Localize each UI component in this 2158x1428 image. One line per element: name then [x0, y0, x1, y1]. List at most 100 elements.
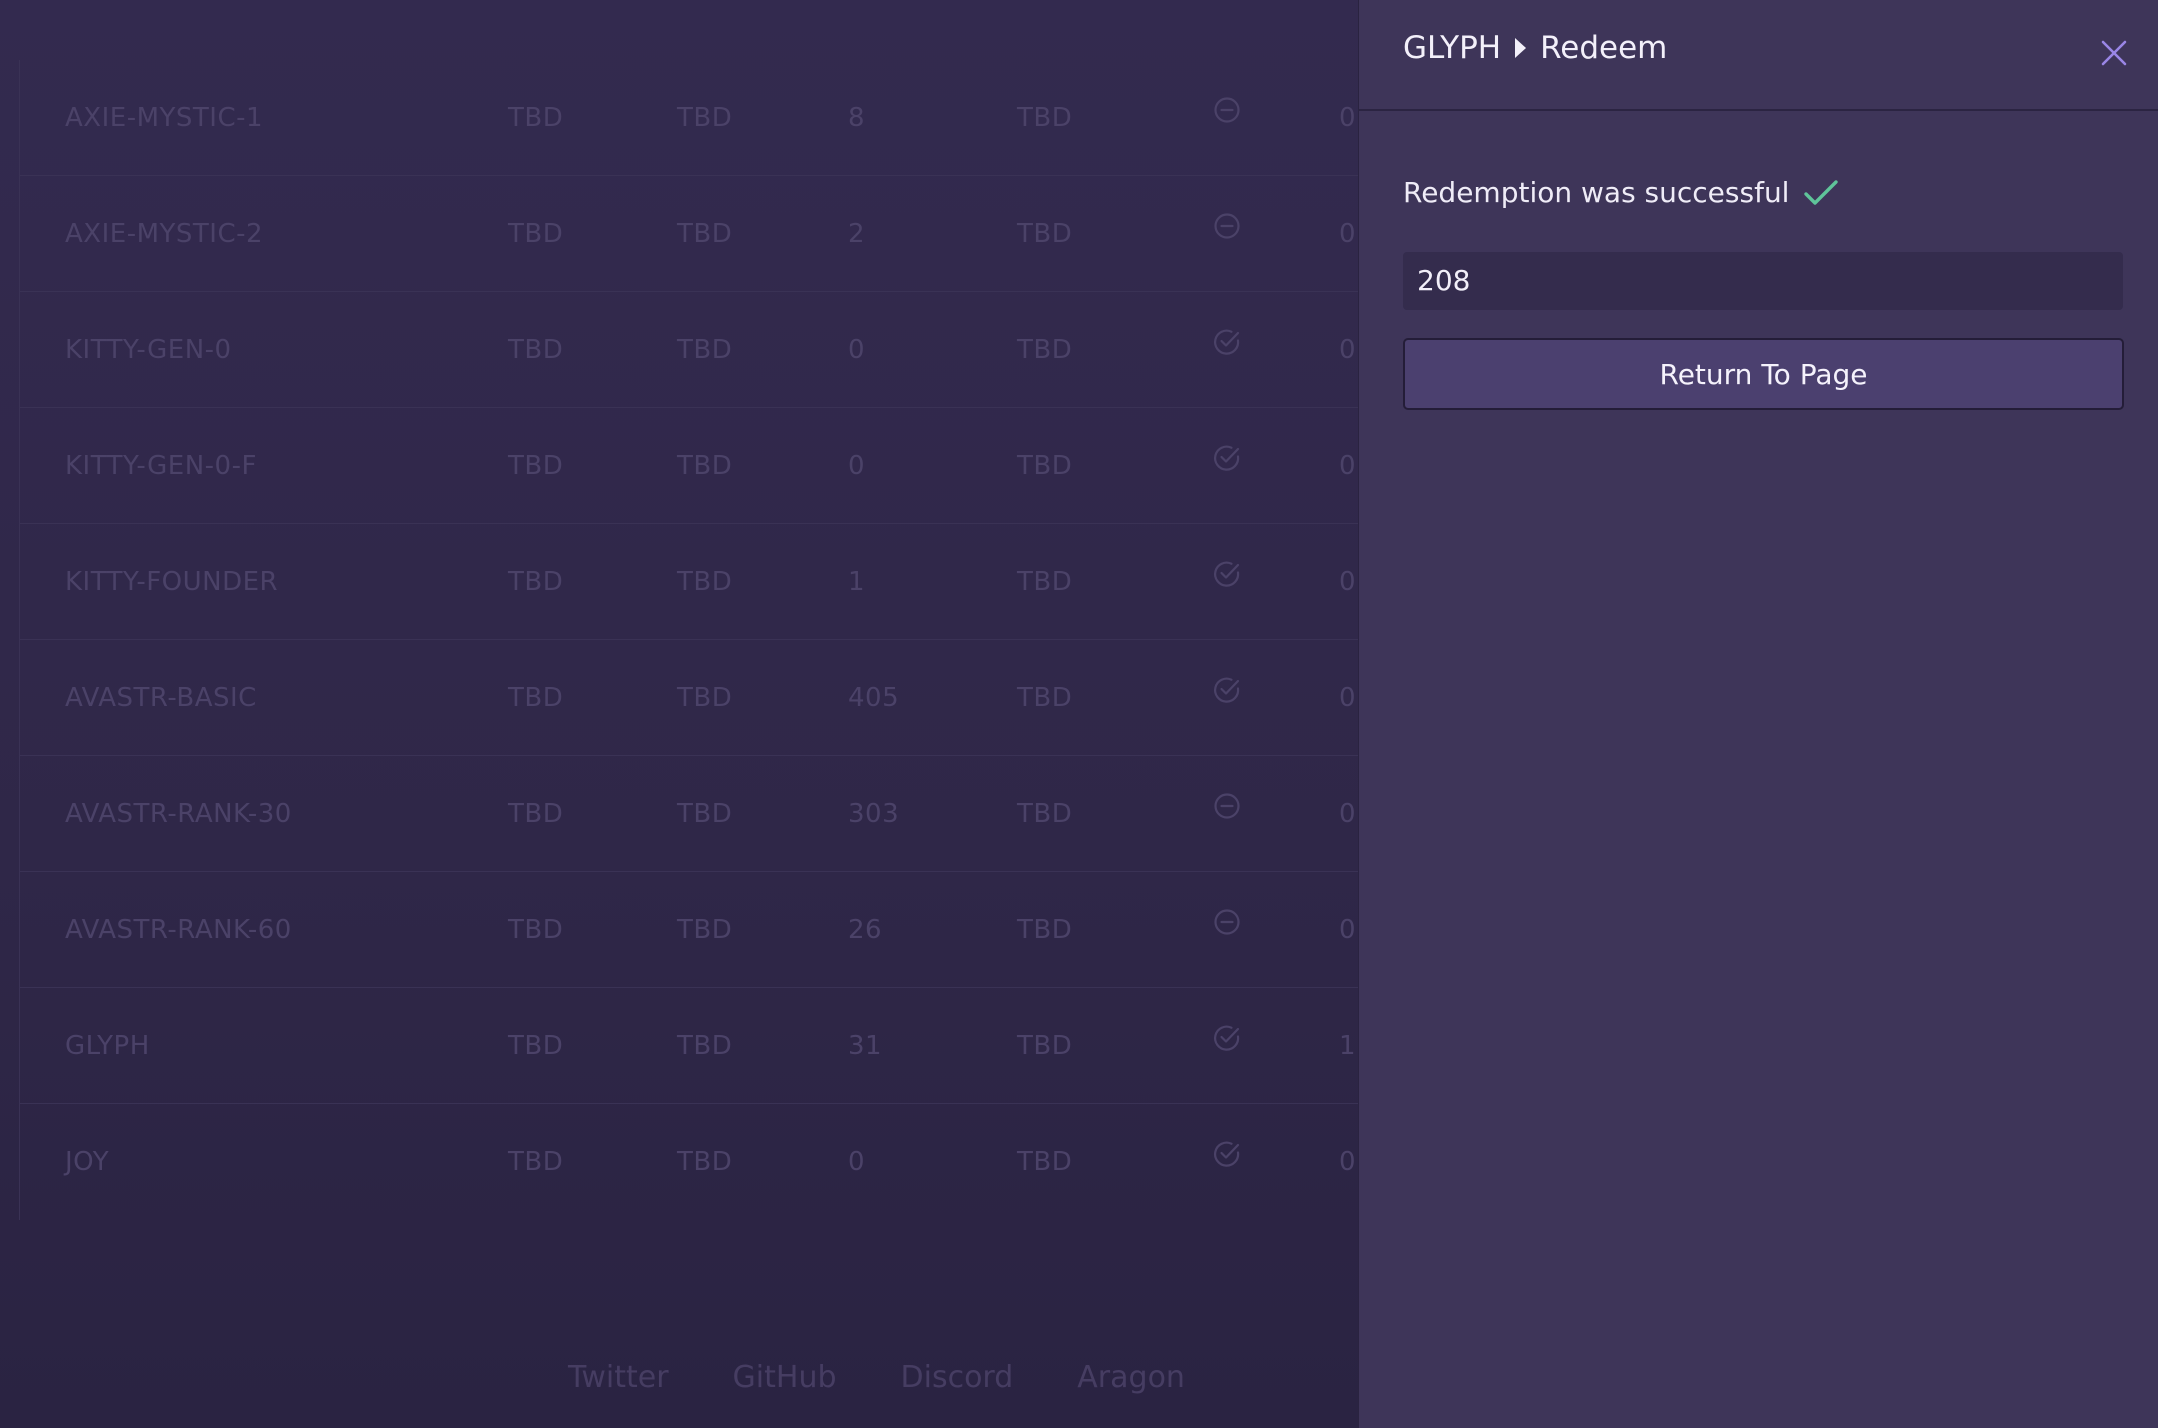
table-row[interactable]: AVASTR-RANK-30 TBD TBD 303 TBD 0	[20, 756, 1359, 872]
minus-circle-icon	[1214, 908, 1240, 935]
cell-b: TBD	[677, 798, 733, 829]
breadcrumb: GLYPH Redeem	[1403, 30, 1667, 66]
status-indicator	[1212, 327, 1242, 357]
status-indicator	[1212, 675, 1242, 705]
footer-link-aragon[interactable]: Aragon	[1077, 1360, 1185, 1395]
cell-b: TBD	[677, 1147, 733, 1177]
cell-d: TBD	[1017, 1030, 1073, 1061]
caret-right-icon	[1515, 38, 1527, 58]
cell-a: TBD	[508, 798, 564, 829]
cell-e: 0	[1339, 798, 1357, 829]
cell-count: 0	[848, 450, 866, 481]
token-name: AVASTR-BASIC	[65, 682, 257, 713]
token-table: AXIE-MYSTIC-1 TBD TBD 8 TBD 0 AXIE-MYSTIC-2 TBD…	[19, 60, 1359, 1220]
cell-e: 0	[1339, 334, 1357, 365]
table-row[interactable]: KITTY-GEN-0-F TBD TBD 0 TBD 0	[20, 408, 1359, 524]
cell-e: 0	[1339, 218, 1357, 249]
minus-circle-icon	[1214, 212, 1240, 239]
table-row[interactable]: KITTY-GEN-0 TBD TBD 0 TBD 0	[20, 292, 1359, 408]
cell-e: 0	[1339, 1147, 1357, 1177]
token-name: AVASTR-RANK-30	[65, 798, 292, 829]
cell-a: TBD	[508, 450, 564, 481]
close-icon	[2101, 40, 2127, 66]
cell-b: TBD	[677, 682, 733, 713]
table-row[interactable]: AXIE-MYSTIC-1 TBD TBD 8 TBD 0	[20, 60, 1359, 176]
status-indicator	[1212, 443, 1242, 473]
table-row[interactable]: AVASTR-RANK-60 TBD TBD 26 TBD 0	[20, 872, 1359, 988]
cell-a: TBD	[508, 914, 564, 945]
token-name: JOY	[65, 1147, 110, 1177]
cell-d: TBD	[1017, 450, 1073, 481]
cell-e: 0	[1339, 450, 1357, 481]
close-button[interactable]	[2099, 38, 2129, 68]
check-circle-icon	[1214, 445, 1240, 471]
cell-b: TBD	[677, 218, 733, 249]
cell-b: TBD	[677, 334, 733, 365]
cell-a: TBD	[508, 1147, 564, 1177]
check-icon	[1804, 179, 1839, 205]
cell-e: 0	[1339, 914, 1357, 945]
cell-a: TBD	[508, 218, 564, 249]
success-text: Redemption was successful	[1403, 176, 1790, 209]
cell-count: 26	[848, 914, 883, 945]
panel-header: GLYPH Redeem	[1359, 0, 2158, 111]
status-indicator	[1212, 791, 1242, 821]
token-name: AXIE-MYSTIC-1	[65, 102, 264, 133]
breadcrumb-current: Redeem	[1540, 30, 1668, 66]
status-indicator	[1212, 907, 1242, 937]
token-name: AXIE-MYSTIC-2	[65, 218, 264, 249]
cell-count: 2	[848, 218, 866, 249]
table-row[interactable]: GLYPH TBD TBD 31 TBD 1	[20, 988, 1359, 1104]
cell-d: TBD	[1017, 798, 1073, 829]
cell-b: TBD	[677, 102, 733, 133]
cell-b: TBD	[677, 914, 733, 945]
cell-count: 405	[848, 682, 900, 713]
cell-e: 0	[1339, 566, 1357, 597]
check-circle-icon	[1214, 329, 1240, 355]
cell-count: 31	[848, 1030, 883, 1061]
token-name: KITTY-GEN-0	[65, 334, 232, 365]
cell-a: TBD	[508, 1030, 564, 1061]
minus-circle-icon	[1214, 792, 1240, 819]
cell-d: TBD	[1017, 1147, 1073, 1177]
footer-links: Twitter GitHub Discord Aragon	[568, 1360, 1185, 1395]
check-circle-icon	[1214, 677, 1240, 703]
status-indicator	[1212, 559, 1242, 589]
cell-count: 0	[848, 334, 866, 365]
table-row[interactable]: AVASTR-BASIC TBD TBD 405 TBD 0	[20, 640, 1359, 756]
redeem-panel: GLYPH Redeem Redemption was successful 2…	[1358, 0, 2158, 1428]
cell-a: TBD	[508, 102, 564, 133]
table-row[interactable]: JOY TBD TBD 0 TBD 0	[20, 1104, 1359, 1220]
check-circle-icon	[1214, 561, 1240, 587]
footer-link-discord[interactable]: Discord	[901, 1360, 1014, 1395]
cell-count: 303	[848, 798, 900, 829]
cell-a: TBD	[508, 682, 564, 713]
cell-d: TBD	[1017, 566, 1073, 597]
check-circle-icon	[1214, 1025, 1240, 1051]
cell-d: TBD	[1017, 218, 1073, 249]
return-to-page-button[interactable]: Return To Page	[1403, 338, 2124, 410]
breadcrumb-parent: GLYPH	[1403, 30, 1502, 66]
minus-circle-icon	[1214, 96, 1240, 123]
cell-b: TBD	[677, 1030, 733, 1061]
cell-d: TBD	[1017, 682, 1073, 713]
token-name: AVASTR-RANK-60	[65, 914, 292, 945]
check-circle-icon	[1214, 1141, 1240, 1167]
token-name: KITTY-FOUNDER	[65, 566, 279, 597]
cell-a: TBD	[508, 334, 564, 365]
table-row[interactable]: KITTY-FOUNDER TBD TBD 1 TBD 0	[20, 524, 1359, 640]
footer-link-github[interactable]: GitHub	[733, 1360, 837, 1395]
cell-b: TBD	[677, 450, 733, 481]
success-message: Redemption was successful	[1403, 176, 1839, 209]
token-name: GLYPH	[65, 1030, 150, 1061]
footer-link-twitter[interactable]: Twitter	[568, 1360, 669, 1395]
cell-d: TBD	[1017, 102, 1073, 133]
table-row[interactable]: AXIE-MYSTIC-2 TBD TBD 2 TBD 0	[20, 176, 1359, 292]
cell-a: TBD	[508, 566, 564, 597]
redeem-value-field: 208	[1403, 252, 2123, 310]
status-indicator	[1212, 95, 1242, 125]
cell-d: TBD	[1017, 914, 1073, 945]
cell-count: 8	[848, 102, 866, 133]
cell-count: 1	[848, 566, 866, 597]
token-name: KITTY-GEN-0-F	[65, 450, 257, 481]
